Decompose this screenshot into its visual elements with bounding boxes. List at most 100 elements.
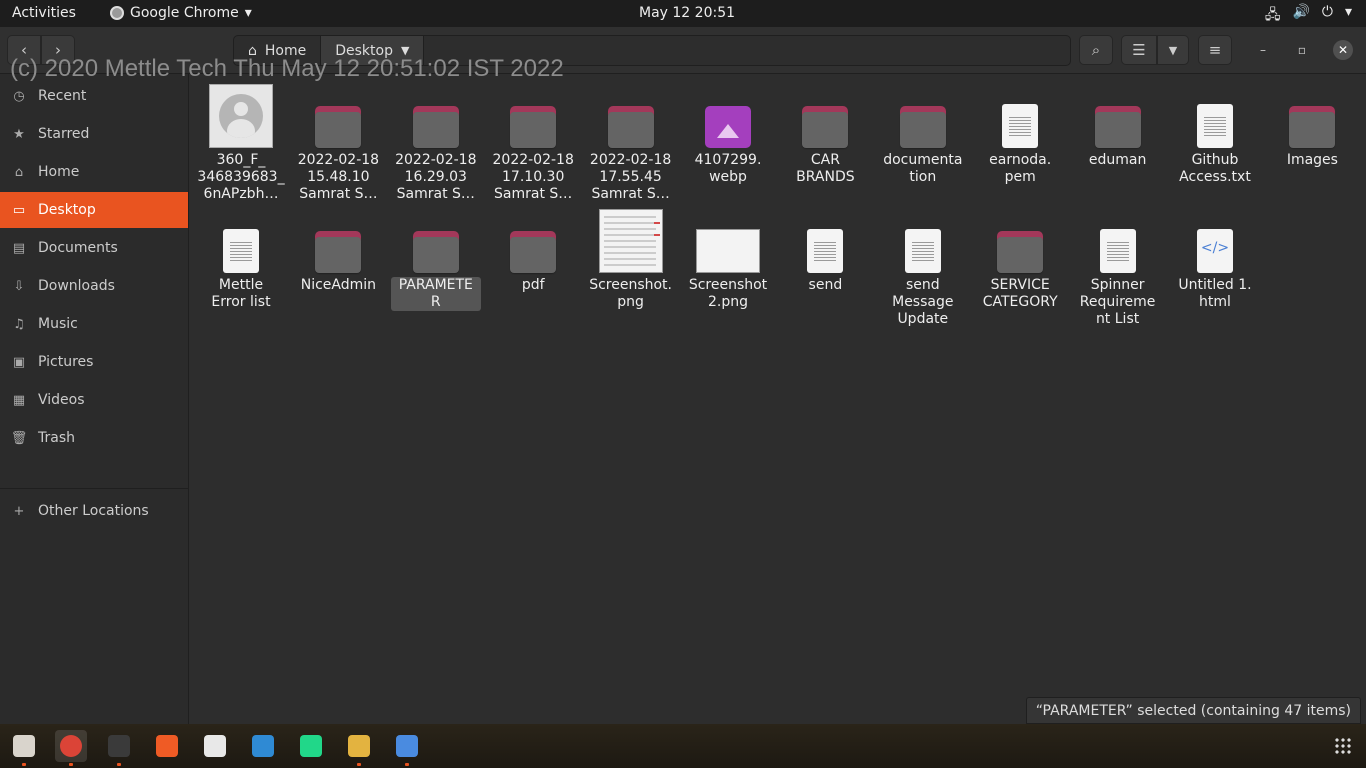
maximize-button[interactable]: ▫ <box>1292 40 1312 60</box>
clock-icon: ◷ <box>13 88 25 104</box>
file-item[interactable]: send Message Update <box>878 205 968 328</box>
sidebar-item-label: Starred <box>38 126 90 142</box>
file-name: 2022-02-18 16.29.03 Samrat S… <box>395 152 477 202</box>
videos-icon: ▦ <box>12 392 26 408</box>
settings-dock-icon[interactable] <box>199 730 231 762</box>
search-button[interactable]: ⌕ <box>1079 35 1113 65</box>
file-item[interactable]: documenta tion <box>878 80 968 186</box>
clock[interactable]: May 12 20:51 <box>639 5 735 21</box>
file-item[interactable]: Images <box>1267 80 1357 169</box>
sidebar-item-label: Pictures <box>38 354 94 370</box>
sidebar-item-downloads[interactable]: ⇩ Downloads <box>0 268 188 304</box>
vscode-dock-icon[interactable] <box>247 730 279 762</box>
file-item[interactable]: Screenshot 2.png <box>683 205 773 311</box>
file-name: PARAMETE R <box>390 277 481 311</box>
power-icon: ⏻ <box>1321 4 1333 20</box>
system-tray[interactable]: 🖧 🔊 ⏻ ▾ <box>1265 4 1352 28</box>
activities-button[interactable]: Activities <box>12 5 76 21</box>
text-editor-dock-icon[interactable] <box>391 730 423 766</box>
close-button[interactable]: ✕ <box>1333 40 1353 60</box>
file-item[interactable]: Github Access.txt <box>1170 80 1260 186</box>
postman-dock-icon[interactable] <box>151 730 183 762</box>
sidebar-item-trash[interactable]: 🗑 Trash <box>0 420 188 456</box>
image-thumbnail-icon <box>209 84 273 148</box>
sidebar-item-home[interactable]: ⌂ Home <box>0 154 188 190</box>
chrome-dock-icon[interactable] <box>55 730 87 766</box>
sidebar-item-pictures[interactable]: ▣ Pictures <box>0 344 188 380</box>
file-item[interactable]: Screenshot. png <box>586 205 676 311</box>
view-options-button[interactable]: ▼ <box>1157 35 1189 65</box>
file-name: send <box>808 277 843 293</box>
file-item[interactable]: 4107299. webp <box>683 80 773 186</box>
hamburger-icon: ≡ <box>1208 41 1222 59</box>
file-item[interactable]: send <box>780 205 870 294</box>
sidebar-item-label: Videos <box>38 392 85 408</box>
sidebar-item-documents[interactable]: ▤ Documents <box>0 230 188 266</box>
vscode-icon <box>252 735 274 757</box>
folder-icon <box>412 231 459 273</box>
sidebar-item-recent[interactable]: ◷ Recent <box>0 78 188 114</box>
file-item[interactable]: pdf <box>488 205 578 294</box>
home-icon: ⌂ <box>14 164 24 180</box>
dock <box>0 724 1366 768</box>
folder-icon <box>802 106 849 148</box>
music-icon: ♫ <box>13 316 25 332</box>
file-item[interactable]: 2022-02-18 15.48.10 Samrat S… <box>293 80 383 203</box>
main-menu-button[interactable]: ≡ <box>1198 35 1232 65</box>
file-name: CAR BRANDS <box>796 152 855 185</box>
file-name: SERVICE CATEGORY <box>982 277 1058 310</box>
sidebar-separator <box>0 488 188 489</box>
slack-icon <box>348 735 370 757</box>
watermark: (c) 2020 Mettle Tech Thu May 12 20:51:02… <box>10 55 564 82</box>
documents-icon: ▤ <box>12 240 26 256</box>
folder-icon <box>510 106 557 148</box>
file-name: eduman <box>1088 152 1147 168</box>
file-item[interactable]: 2022-02-18 16.29.03 Samrat S… <box>391 80 481 203</box>
files-icon <box>13 735 35 757</box>
file-item[interactable]: 360_F_ 346839683_ 6nAPzbh… <box>196 80 286 203</box>
list-view-button[interactable]: ☰ <box>1121 35 1157 65</box>
file-name: Github Access.txt <box>1179 152 1251 185</box>
file-item[interactable]: Spinner Requireme nt List <box>1073 205 1163 328</box>
file-item[interactable]: 2022-02-18 17.10.30 Samrat S… <box>488 80 578 203</box>
text-file-icon <box>807 229 844 273</box>
pictures-icon: ▣ <box>12 354 26 370</box>
file-item[interactable]: NiceAdmin <box>293 205 383 294</box>
files-dock-icon[interactable] <box>8 730 40 766</box>
power-menu-arrow-icon: ▾ <box>1344 4 1352 20</box>
file-name: 360_F_ 346839683_ 6nAPzbh… <box>197 152 285 202</box>
file-item[interactable]: earnoda. pem <box>975 80 1065 186</box>
app-menu[interactable]: Google Chrome ▾ <box>110 5 252 21</box>
sidebar-item-starred[interactable]: ★ Starred <box>0 116 188 152</box>
show-applications-icon[interactable] <box>1334 737 1352 755</box>
file-name: documenta tion <box>883 152 963 185</box>
folder-icon <box>1289 106 1336 148</box>
file-name: NiceAdmin <box>300 277 377 293</box>
slack-dock-icon[interactable] <box>343 730 375 766</box>
file-item[interactable]: 2022-02-18 17.55.45 Samrat S… <box>586 80 676 203</box>
terminal-dock-icon[interactable] <box>103 730 135 766</box>
network-icon: 🖧 <box>1264 7 1281 23</box>
screenshot-thumbnail-icon <box>696 229 760 273</box>
html-file-icon: </> <box>1197 229 1233 273</box>
sidebar-item-music[interactable]: ♫ Music <box>0 306 188 342</box>
sidebar-item-label: Other Locations <box>38 503 149 519</box>
sidebar-item-other-locations[interactable]: + Other Locations <box>0 493 188 529</box>
sidebar-item-desktop[interactable]: ▭ Desktop <box>0 192 188 228</box>
file-name: Screenshot. png <box>589 277 672 310</box>
file-item[interactable]: eduman <box>1073 80 1163 169</box>
file-item[interactable]: </> Untitled 1. html <box>1170 205 1260 311</box>
file-item[interactable]: CAR BRANDS <box>780 80 870 186</box>
downloads-icon: ⇩ <box>13 278 25 294</box>
sidebar-item-videos[interactable]: ▦ Videos <box>0 382 188 418</box>
file-name: 2022-02-18 15.48.10 Samrat S… <box>297 152 380 202</box>
file-item[interactable]: Mettle Error list <box>196 205 286 311</box>
file-item[interactable]: SERVICE CATEGORY <box>975 205 1065 311</box>
folder-icon <box>412 106 459 148</box>
text-editor-icon <box>396 735 418 757</box>
sidebar: ◷ Recent ★ Starred ⌂ Home ▭ Desktop ▤ Documents ⇩ D… <box>0 74 189 724</box>
folder-icon <box>997 231 1044 273</box>
pycharm-dock-icon[interactable] <box>295 730 327 762</box>
minimize-button[interactable]: – <box>1253 40 1273 60</box>
file-item[interactable]: PARAMETE R <box>390 205 481 311</box>
